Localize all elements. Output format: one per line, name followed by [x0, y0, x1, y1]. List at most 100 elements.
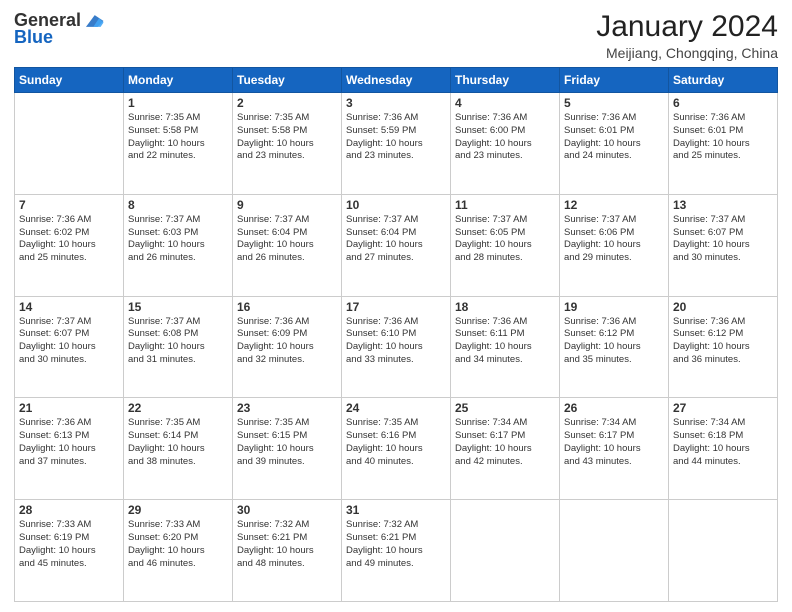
day-number: 11 [455, 198, 555, 212]
cell-content: Sunrise: 7:36 AM Sunset: 6:09 PM Dayligh… [237, 316, 337, 367]
day-number: 12 [564, 198, 664, 212]
cell-content: Sunrise: 7:36 AM Sunset: 6:00 PM Dayligh… [455, 112, 555, 163]
cell-content: Sunrise: 7:36 AM Sunset: 6:10 PM Dayligh… [346, 316, 446, 367]
calendar-cell: 23Sunrise: 7:35 AM Sunset: 6:15 PM Dayli… [233, 398, 342, 500]
day-number: 10 [346, 198, 446, 212]
day-number: 14 [19, 300, 119, 314]
cell-content: Sunrise: 7:37 AM Sunset: 6:06 PM Dayligh… [564, 214, 664, 265]
calendar-cell: 12 Sunrise: 7:37 AM Sunset: 6:06 PM Dayli… [560, 194, 669, 296]
calendar-header-thursday: Thursday [451, 68, 560, 93]
day-number: 19 [564, 300, 664, 314]
cell-content: Sunrise: 7:32 AM Sunset: 6:21 PM Dayligh… [237, 519, 337, 570]
calendar-cell: 3 Sunrise: 7:36 AM Sunset: 5:59 PM Daylig… [342, 93, 451, 195]
cell-content: Sunrise: 7:34 AM Sunset: 6:18 PM Dayligh… [673, 417, 773, 468]
day-number: 13 [673, 198, 773, 212]
cell-content: Sunrise: 7:36 AM Sunset: 5:59 PM Dayligh… [346, 112, 446, 163]
cell-content: Sunrise: 7:32 AM Sunset: 6:21 PM Dayligh… [346, 519, 446, 570]
calendar-cell: 27 Sunrise: 7:34 AM Sunset: 6:18 PM Dayli… [669, 398, 778, 500]
day-number: 24 [346, 401, 446, 415]
calendar-header-friday: Friday [560, 68, 669, 93]
page-container: General Blue January 2024 Meijiang, Chon… [0, 0, 792, 612]
calendar-cell: 16 Sunrise: 7:36 AM Sunset: 6:09 PM Dayli… [233, 296, 342, 398]
day-number: 26 [564, 401, 664, 415]
calendar-cell: 6 Sunrise: 7:36 AM Sunset: 6:01 PM Daylig… [669, 93, 778, 195]
calendar-cell: 30Sunrise: 7:32 AM Sunset: 6:21 PM Dayli… [233, 500, 342, 602]
day-number: 7 [19, 198, 119, 212]
calendar-cell: 28Sunrise: 7:33 AM Sunset: 6:19 PM Dayli… [15, 500, 124, 602]
calendar-cell: 24Sunrise: 7:35 AM Sunset: 6:16 PM Dayli… [342, 398, 451, 500]
cell-content: Sunrise: 7:37 AM Sunset: 6:05 PM Dayligh… [455, 214, 555, 265]
calendar-cell: 18 Sunrise: 7:36 AM Sunset: 6:11 PM Dayli… [451, 296, 560, 398]
calendar-header-row: SundayMondayTuesdayWednesdayThursdayFrid… [15, 68, 778, 93]
calendar-cell: 29 Sunrise: 7:33 AM Sunset: 6:20 PM Dayli… [124, 500, 233, 602]
cell-content: Sunrise: 7:35 AM Sunset: 6:14 PM Dayligh… [128, 417, 228, 468]
calendar-cell: 20 Sunrise: 7:36 AM Sunset: 6:12 PM Dayli… [669, 296, 778, 398]
cell-content: Sunrise: 7:33 AM Sunset: 6:19 PM Dayligh… [19, 519, 119, 570]
cell-content: Sunrise: 7:37 AM Sunset: 6:04 PM Dayligh… [237, 214, 337, 265]
calendar-cell: 22Sunrise: 7:35 AM Sunset: 6:14 PM Dayli… [124, 398, 233, 500]
calendar-cell: 21Sunrise: 7:36 AM Sunset: 6:13 PM Dayli… [15, 398, 124, 500]
cell-content: Sunrise: 7:36 AM Sunset: 6:11 PM Dayligh… [455, 316, 555, 367]
calendar-table: SundayMondayTuesdayWednesdayThursdayFrid… [14, 67, 778, 602]
calendar-header-tuesday: Tuesday [233, 68, 342, 93]
day-number: 17 [346, 300, 446, 314]
calendar-cell [669, 500, 778, 602]
calendar-week-row: 1 Sunrise: 7:35 AM Sunset: 5:58 PM Daylig… [15, 93, 778, 195]
calendar-cell: 19 Sunrise: 7:36 AM Sunset: 6:12 PM Dayli… [560, 296, 669, 398]
calendar-cell: 14 Sunrise: 7:37 AM Sunset: 6:07 PM Dayli… [15, 296, 124, 398]
calendar-cell [451, 500, 560, 602]
calendar-week-row: 14 Sunrise: 7:37 AM Sunset: 6:07 PM Dayli… [15, 296, 778, 398]
cell-content: Sunrise: 7:36 AM Sunset: 6:01 PM Dayligh… [564, 112, 664, 163]
logo: General Blue [14, 10, 105, 48]
day-number: 9 [237, 198, 337, 212]
cell-content: Sunrise: 7:36 AM Sunset: 6:12 PM Dayligh… [564, 316, 664, 367]
cell-content: Sunrise: 7:36 AM Sunset: 6:01 PM Dayligh… [673, 112, 773, 163]
day-number: 3 [346, 96, 446, 110]
cell-content: Sunrise: 7:35 AM Sunset: 5:58 PM Dayligh… [128, 112, 228, 163]
calendar-week-row: 28Sunrise: 7:33 AM Sunset: 6:19 PM Dayli… [15, 500, 778, 602]
cell-content: Sunrise: 7:37 AM Sunset: 6:04 PM Dayligh… [346, 214, 446, 265]
calendar-cell: 4 Sunrise: 7:36 AM Sunset: 6:00 PM Daylig… [451, 93, 560, 195]
cell-content: Sunrise: 7:35 AM Sunset: 6:15 PM Dayligh… [237, 417, 337, 468]
day-number: 31 [346, 503, 446, 517]
calendar-cell: 5 Sunrise: 7:36 AM Sunset: 6:01 PM Daylig… [560, 93, 669, 195]
calendar-cell: 31 Sunrise: 7:32 AM Sunset: 6:21 PM Dayli… [342, 500, 451, 602]
calendar-cell: 11 Sunrise: 7:37 AM Sunset: 6:05 PM Dayli… [451, 194, 560, 296]
calendar-header-monday: Monday [124, 68, 233, 93]
day-number: 6 [673, 96, 773, 110]
day-number: 2 [237, 96, 337, 110]
month-title: January 2024 [596, 10, 778, 43]
calendar-cell: 26 Sunrise: 7:34 AM Sunset: 6:17 PM Dayli… [560, 398, 669, 500]
cell-content: Sunrise: 7:36 AM Sunset: 6:02 PM Dayligh… [19, 214, 119, 265]
cell-content: Sunrise: 7:34 AM Sunset: 6:17 PM Dayligh… [564, 417, 664, 468]
cell-content: Sunrise: 7:36 AM Sunset: 6:12 PM Dayligh… [673, 316, 773, 367]
day-number: 29 [128, 503, 228, 517]
day-number: 16 [237, 300, 337, 314]
calendar-week-row: 21Sunrise: 7:36 AM Sunset: 6:13 PM Dayli… [15, 398, 778, 500]
day-number: 20 [673, 300, 773, 314]
calendar-cell: 1 Sunrise: 7:35 AM Sunset: 5:58 PM Daylig… [124, 93, 233, 195]
day-number: 18 [455, 300, 555, 314]
calendar-cell: 25Sunrise: 7:34 AM Sunset: 6:17 PM Dayli… [451, 398, 560, 500]
title-block: January 2024 Meijiang, Chongqing, China [596, 10, 778, 61]
calendar-cell: 7 Sunrise: 7:36 AM Sunset: 6:02 PM Daylig… [15, 194, 124, 296]
calendar-cell [560, 500, 669, 602]
calendar-header-wednesday: Wednesday [342, 68, 451, 93]
day-number: 25 [455, 401, 555, 415]
day-number: 1 [128, 96, 228, 110]
calendar-week-row: 7 Sunrise: 7:36 AM Sunset: 6:02 PM Daylig… [15, 194, 778, 296]
calendar-header-sunday: Sunday [15, 68, 124, 93]
calendar-cell: 2Sunrise: 7:35 AM Sunset: 5:58 PM Daylig… [233, 93, 342, 195]
calendar-cell [15, 93, 124, 195]
day-number: 21 [19, 401, 119, 415]
cell-content: Sunrise: 7:37 AM Sunset: 6:07 PM Dayligh… [19, 316, 119, 367]
calendar-header-saturday: Saturday [669, 68, 778, 93]
page-header: General Blue January 2024 Meijiang, Chon… [14, 10, 778, 61]
day-number: 27 [673, 401, 773, 415]
day-number: 5 [564, 96, 664, 110]
day-number: 4 [455, 96, 555, 110]
cell-content: Sunrise: 7:33 AM Sunset: 6:20 PM Dayligh… [128, 519, 228, 570]
cell-content: Sunrise: 7:37 AM Sunset: 6:03 PM Dayligh… [128, 214, 228, 265]
calendar-cell: 17 Sunrise: 7:36 AM Sunset: 6:10 PM Dayli… [342, 296, 451, 398]
calendar-cell: 8Sunrise: 7:37 AM Sunset: 6:03 PM Daylig… [124, 194, 233, 296]
